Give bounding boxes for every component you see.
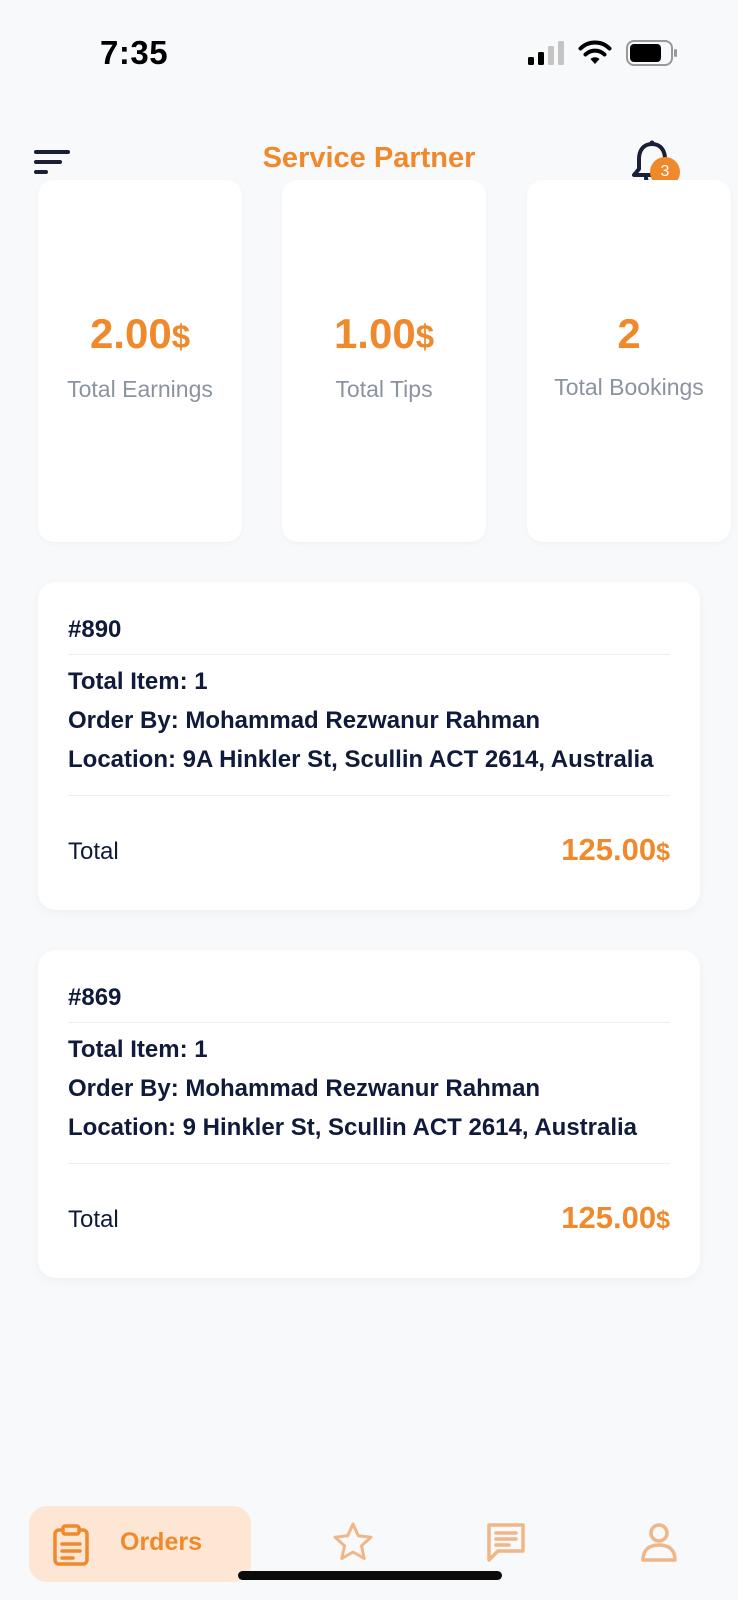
signal-icon [528, 41, 564, 65]
stat-label: Total Tips [335, 376, 433, 402]
profile-icon [641, 1523, 677, 1562]
nav-item-orders[interactable]: Orders [29, 1506, 251, 1582]
order-total-label: Total [68, 838, 119, 865]
status-icons [528, 40, 678, 66]
divider [68, 795, 670, 796]
page-title: Service Partner [262, 142, 476, 174]
status-bar: 7:35 [0, 0, 738, 110]
order-card[interactable]: #869 Total Item: 1 Order By: Mohammad Re… [38, 950, 700, 1278]
home-indicator[interactable] [238, 1571, 502, 1580]
stat-card-earnings[interactable]: 2.00$ Total Earnings [38, 180, 242, 542]
order-total-value: 125.00$ [561, 1200, 670, 1236]
nav-item-messages[interactable] [484, 1520, 528, 1564]
order-total-currency: $ [656, 838, 670, 866]
stat-value: 2 [527, 310, 731, 358]
divider [68, 1163, 670, 1164]
stat-currency: $ [171, 318, 191, 355]
clipboard-icon [53, 1524, 89, 1566]
wifi-icon [578, 40, 612, 64]
stat-card-bookings[interactable]: 2 Total Bookings [527, 180, 731, 542]
stat-card-tips[interactable]: 1.00$ Total Tips [282, 180, 486, 542]
order-location: Location: 9 Hinkler St, Scullin ACT 2614… [68, 1114, 638, 1141]
bottom-nav: Orders [0, 1490, 738, 1600]
stat-currency: $ [415, 318, 435, 355]
order-customer: Order By: Mohammad Rezwanur Rahman [68, 707, 541, 734]
order-total-value: 125.00$ [561, 832, 670, 868]
stat-number: 2 [617, 310, 641, 357]
order-total-items: Total Item: 1 [68, 668, 208, 695]
nav-item-orders-label: Orders [120, 1528, 202, 1556]
divider [68, 1022, 670, 1023]
star-icon [333, 1522, 373, 1560]
order-total-amount: 125.00 [561, 832, 657, 867]
order-total-label: Total [68, 1206, 119, 1233]
order-location: Location: 9A Hinkler St, Scullin ACT 261… [68, 746, 654, 773]
battery-icon [626, 40, 677, 66]
chat-icon [487, 1523, 525, 1562]
order-customer: Order By: Mohammad Rezwanur Rahman [68, 1075, 541, 1102]
status-time: 7:35 [100, 34, 169, 71]
nav-item-favorites[interactable] [331, 1520, 375, 1564]
order-total-amount: 125.00 [561, 1200, 657, 1235]
stat-label: Total Earnings [67, 376, 213, 402]
nav-item-profile[interactable] [637, 1520, 681, 1564]
divider [68, 654, 670, 655]
stat-number: 2.00 [89, 310, 172, 357]
order-total-items: Total Item: 1 [68, 1036, 208, 1063]
stat-label: Total Bookings [554, 374, 704, 400]
order-total-currency: $ [656, 1206, 670, 1234]
stat-value: 2.00$ [38, 310, 242, 358]
order-id: #890 [68, 616, 122, 643]
stat-value: 1.00$ [282, 310, 486, 358]
order-card[interactable]: #890 Total Item: 1 Order By: Mohammad Re… [38, 582, 700, 910]
stat-number: 1.00 [333, 310, 416, 357]
order-id: #869 [68, 984, 122, 1011]
